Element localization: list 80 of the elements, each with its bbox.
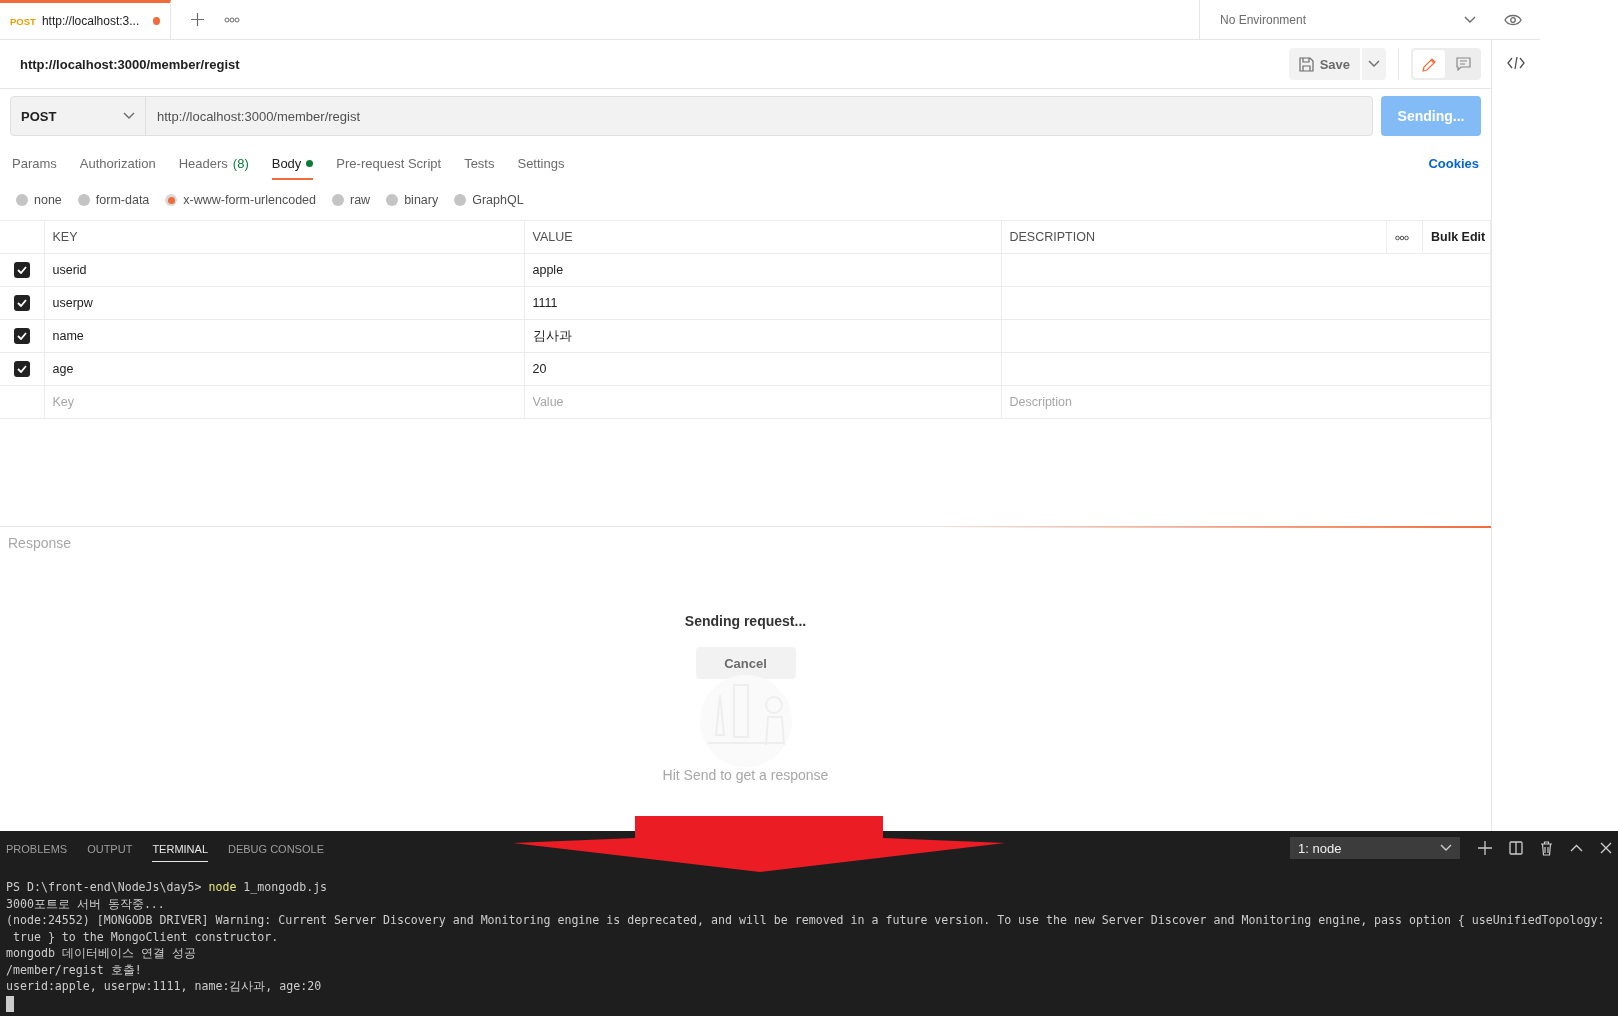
comment-icon [1455, 57, 1471, 71]
checkbox[interactable] [14, 262, 30, 278]
check-icon [17, 266, 27, 274]
more-icon[interactable] [224, 16, 240, 23]
eye-icon[interactable] [1504, 13, 1522, 26]
request-section-tab[interactable]: Params [12, 146, 57, 180]
value-cell[interactable]: 1111 [524, 286, 1001, 320]
radio-button[interactable] [77, 194, 90, 206]
panel-tab[interactable]: TERMINAL [152, 834, 208, 862]
column-header: DESCRIPTION [1001, 220, 1387, 254]
request-section-tab[interactable]: Settings [517, 146, 565, 180]
check-icon [17, 332, 27, 340]
code-icon[interactable] [1507, 56, 1525, 70]
hint-text: Hit Send to get a response [662, 767, 829, 783]
response-title: Response [7, 534, 73, 551]
key-cell[interactable]: age [44, 352, 524, 386]
trash-icon[interactable] [1540, 840, 1553, 856]
terminal-line: /member/regist 호출! [6, 961, 142, 978]
value-cell[interactable]: 20 [524, 352, 1001, 386]
radio-button[interactable] [454, 194, 467, 206]
body-type-option[interactable]: raw [332, 193, 371, 207]
column-header: KEY [44, 220, 524, 254]
request-name: http://localhost:3000/member/regist [20, 56, 241, 72]
checkbox[interactable] [14, 361, 30, 377]
close-icon[interactable] [1600, 842, 1612, 854]
edit-mode-button[interactable] [1413, 50, 1445, 78]
status-message: Sending request... [684, 613, 807, 629]
key-cell[interactable]: userid [44, 253, 524, 287]
request-section-tab[interactable]: Pre-request Script [336, 146, 442, 180]
radio-button[interactable] [386, 194, 399, 206]
cookies-link[interactable]: Cookies [1428, 155, 1479, 171]
value-cell[interactable]: 김사과 [524, 319, 1001, 353]
radio-button[interactable] [16, 194, 28, 206]
check-icon [17, 299, 27, 307]
terminal-select[interactable]: 1: node [1290, 837, 1460, 859]
text-cursor [6, 995, 14, 1012]
request-section-tab[interactable]: Tests [464, 146, 495, 180]
key-cell[interactable]: name [44, 319, 524, 353]
panel-tab[interactable]: PROBLEMS [6, 834, 68, 862]
chevron-down-icon [1464, 15, 1476, 24]
chevron-down-icon [1368, 60, 1380, 68]
request-section-tab[interactable]: Body [271, 146, 314, 180]
value-cell[interactable]: apple [524, 253, 1001, 287]
radio-button[interactable] [165, 194, 178, 206]
checkbox[interactable] [14, 295, 30, 311]
check-icon [17, 365, 27, 373]
terminal-line: mongodb 데이터베이스 연결 성공 [6, 945, 196, 962]
cancel-button[interactable]: Cancel [695, 647, 796, 679]
pencil-icon [1421, 56, 1437, 72]
terminal-line: (node:24552) [MONGODB DRIVER] Warning: Current Server Discovery and Monitoring engine is deprecated, and will be removed in a future version. To use the new Server Discover and Monitoring engine, pass option { useUnifiedTopology: [6, 912, 1605, 929]
panel-tab[interactable]: DEBUG CONSOLE [228, 834, 324, 862]
request-tab[interactable]: POST http://localhost:3... [0, 0, 171, 39]
split-icon[interactable] [1509, 841, 1523, 855]
save-button[interactable]: Save [1288, 48, 1360, 80]
terminal-line: 3000포트로 서버 동작중... [6, 895, 165, 912]
terminal-line: PS D:\front-end\NodeJs\day5> node 1_mongodb.js [6, 879, 328, 896]
plus-icon[interactable] [191, 13, 204, 26]
column-header: VALUE [524, 220, 1001, 254]
request-section-tab[interactable]: Headers (8) [178, 146, 249, 180]
body-type-option[interactable]: GraphQL [454, 193, 524, 207]
key-cell[interactable]: userpw [44, 286, 524, 320]
body-type-option[interactable]: binary [386, 193, 439, 207]
environment-select[interactable]: No Environment [1199, 0, 1486, 39]
chevron-down-icon [1440, 844, 1452, 852]
request-section-tab[interactable]: Authorization [79, 146, 156, 180]
bulk-edit-button[interactable]: Bulk Edit [1422, 220, 1491, 254]
tab-title: http://localhost:3... [41, 14, 140, 28]
chevron-up-icon[interactable] [1570, 844, 1583, 852]
body-type-option[interactable]: form-data [77, 193, 150, 207]
body-type-option[interactable]: none [16, 193, 62, 207]
body-type-option[interactable]: x-www-form-urlencoded [165, 193, 316, 207]
save-icon [1298, 56, 1314, 72]
radio-button[interactable] [332, 194, 344, 206]
panel-tab[interactable]: OUTPUT [87, 834, 133, 862]
terminal-line: true } to the MongoClient constructor. [11, 928, 279, 945]
header-count: (8) [232, 155, 249, 171]
checkbox[interactable] [14, 328, 30, 344]
method-label: POST [10, 15, 36, 27]
terminal-line: userid:apple, userpw:1111, name:김사과, age:20 [6, 978, 322, 995]
more-icon[interactable] [1395, 235, 1409, 241]
